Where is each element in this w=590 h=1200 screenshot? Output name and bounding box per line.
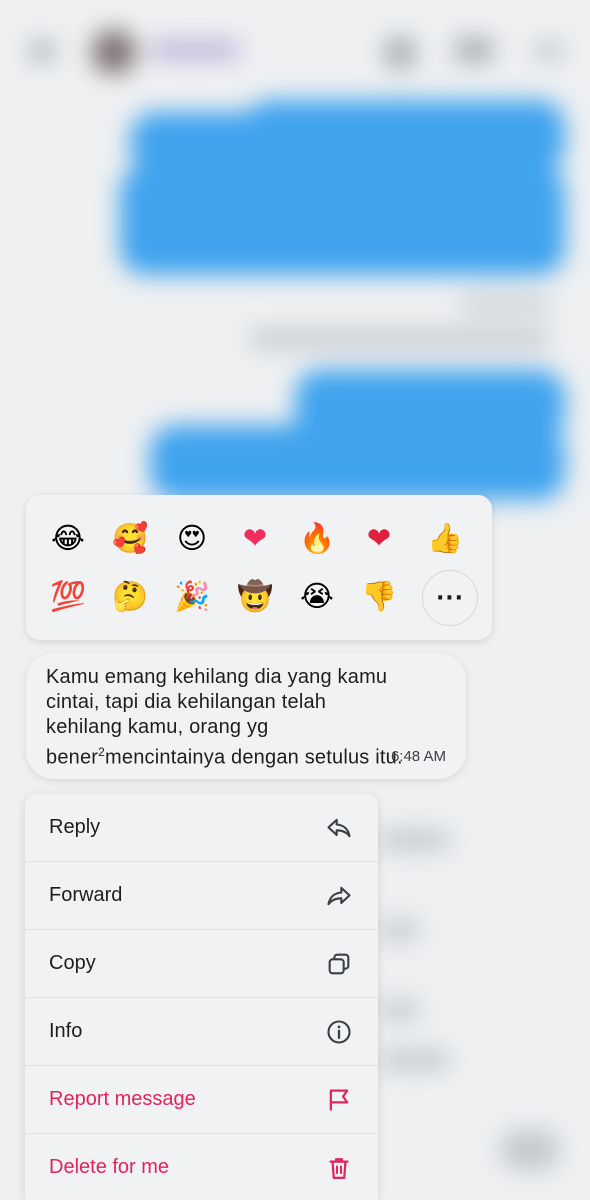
menu-item-reply[interactable]: Reply <box>25 794 378 862</box>
blurred-timestamp <box>460 298 550 312</box>
message-text-part: mencintainya dengan setulus itu. <box>105 746 403 769</box>
emoji-smiling-face-with-hearts[interactable]: 🥰 <box>107 515 153 561</box>
menu-item-label: Forward <box>49 884 123 906</box>
menu-item-label: Info <box>49 1020 83 1042</box>
emoji-hundred-points[interactable]: 💯 <box>45 573 91 619</box>
menu-item-label: Delete for me <box>49 1156 170 1178</box>
emoji-thinking-face[interactable]: 🤔 <box>107 573 153 619</box>
emoji-reaction-bar: 😂 🥰 😍 ❤ 🔥 ❤ 👍 💯 🤔 🎉 🤠 😭 👎 ··· <box>26 495 492 640</box>
trash-icon <box>329 1158 349 1180</box>
menu-item-info[interactable]: Info <box>25 998 378 1066</box>
message-text: Kamu emang kehilang dia yang kamu cintai… <box>46 665 406 771</box>
menu-item-forward[interactable]: Forward <box>25 862 378 930</box>
message-superscript: 2 <box>98 745 106 759</box>
emoji-red-heart[interactable]: ❤ <box>356 515 402 561</box>
menu-item-report-message[interactable]: Report message <box>25 1066 378 1134</box>
more-reactions-button[interactable]: ··· <box>422 570 478 626</box>
blurred-sent-bubble <box>130 112 565 172</box>
blurred-text <box>380 830 450 850</box>
blurred-text <box>380 920 420 940</box>
avatar <box>92 30 136 74</box>
emoji-pink-heart[interactable]: ❤ <box>232 515 278 561</box>
blurred-send-button <box>500 1130 560 1170</box>
forward-icon <box>327 886 351 906</box>
emoji-cowboy-face[interactable]: 🤠 <box>232 573 278 619</box>
emoji-heart-eyes[interactable]: 😍 <box>169 515 215 561</box>
message-timestamp: 6:48 AM <box>390 748 446 765</box>
back-arrow-icon <box>30 42 54 60</box>
emoji-thumbs-down[interactable]: 👎 <box>356 573 402 619</box>
blurred-text <box>380 1000 420 1020</box>
emoji-fire[interactable]: 🔥 <box>294 515 340 561</box>
menu-item-label: Copy <box>49 952 96 974</box>
blurred-text <box>380 1050 450 1070</box>
info-icon <box>535 42 563 60</box>
reply-icon <box>327 818 351 838</box>
video-icon <box>455 38 493 62</box>
menu-item-delete-for-me[interactable]: Delete for me <box>25 1134 378 1200</box>
blurred-sent-bubble <box>150 425 565 500</box>
menu-item-copy[interactable]: Copy <box>25 930 378 998</box>
menu-item-label: Report message <box>49 1088 196 1110</box>
emoji-thumbs-up[interactable]: 👍 <box>422 515 468 561</box>
flag-icon <box>329 1089 349 1111</box>
contact-name <box>150 42 240 58</box>
selected-message-bubble[interactable]: Kamu emang kehilang dia yang kamu cintai… <box>26 653 466 779</box>
blurred-chat-header <box>0 0 590 100</box>
emoji-loudly-crying-face[interactable]: 😭 <box>294 573 340 619</box>
call-icon <box>385 38 415 68</box>
blurred-status-text <box>250 330 550 348</box>
copy-icon <box>328 953 350 975</box>
blurred-sent-bubble <box>120 165 565 275</box>
info-icon <box>327 1020 351 1044</box>
menu-item-label: Reply <box>49 816 101 838</box>
emoji-face-with-tears-of-joy[interactable]: 😂 <box>45 515 91 561</box>
message-action-menu: Reply Forward Copy Info Report message D… <box>25 794 378 1200</box>
emoji-party-popper[interactable]: 🎉 <box>169 573 215 619</box>
